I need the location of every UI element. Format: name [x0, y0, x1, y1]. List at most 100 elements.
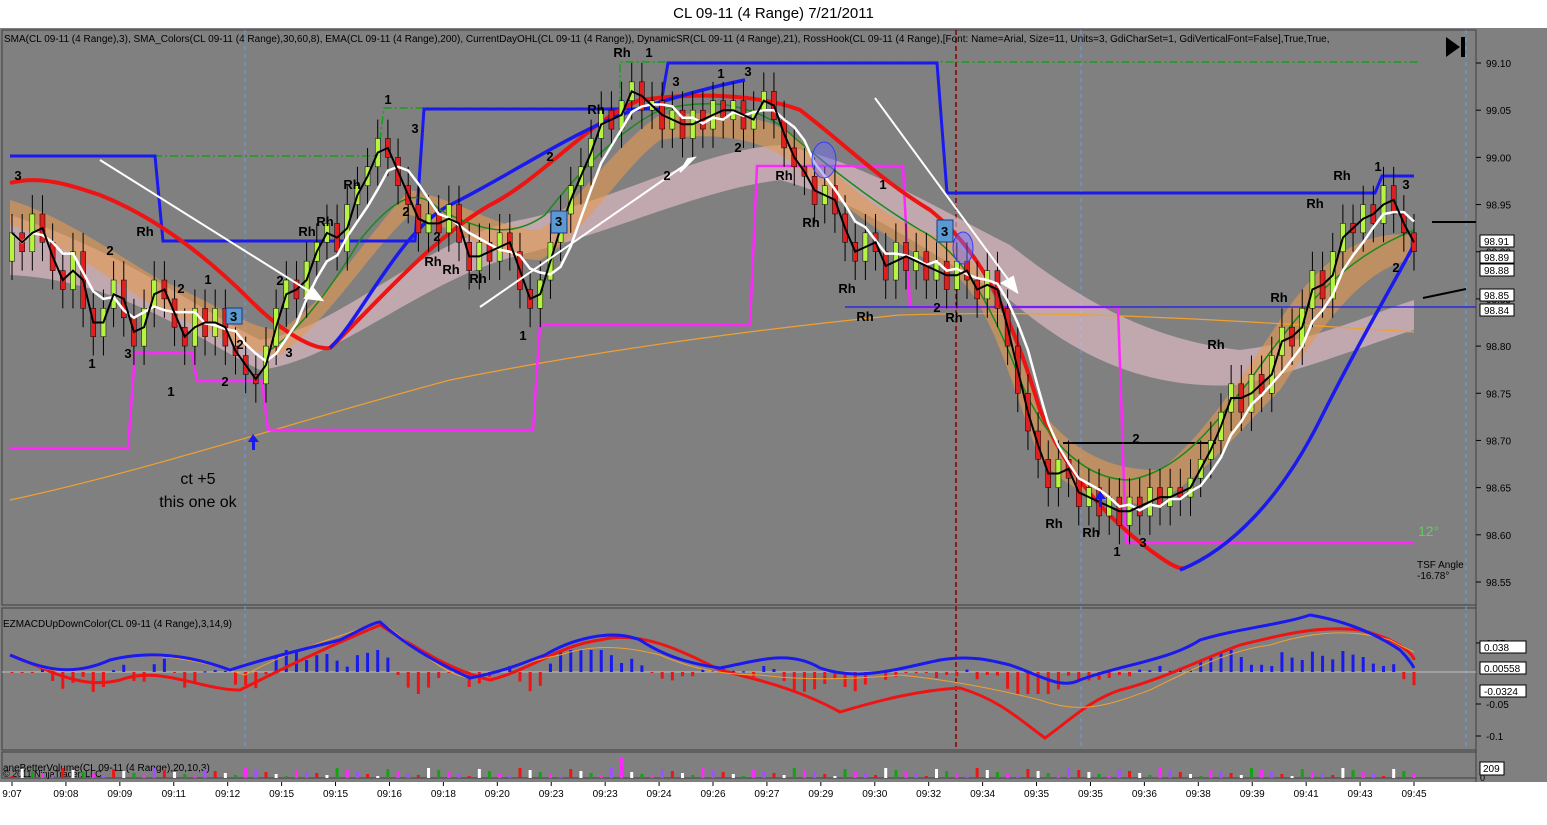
ross-hook-rh-label: Rh: [1045, 516, 1062, 531]
ross-hook-rh-label: Rh: [1207, 337, 1224, 352]
time-tick-label: 09:35: [1024, 789, 1049, 800]
highlight-ellipse: [811, 141, 837, 179]
volume-bar: [701, 768, 705, 778]
macd-down-bar: [264, 672, 268, 675]
ross-hook-rh-label: Rh: [587, 102, 604, 117]
macd-down-bar: [1016, 672, 1020, 694]
ross-hook-count-label: 2: [546, 149, 553, 164]
price-tick-label: 99.10: [1486, 59, 1511, 70]
volume-bar: [447, 772, 451, 778]
ross-hook-count-label: 1: [1113, 544, 1120, 559]
ross-hook-count-label: 2: [663, 168, 670, 183]
macd-down-bar: [427, 672, 431, 688]
tsf-line: [1422, 288, 1467, 299]
volume-bar: [213, 771, 217, 778]
svg-text:3: 3: [230, 309, 237, 324]
volume-bar: [274, 774, 278, 778]
ross-hook-count-label: 1: [384, 92, 391, 107]
volume-bar: [802, 770, 806, 778]
macd-up-bar: [609, 655, 613, 672]
macd-down-bar: [173, 672, 177, 673]
volume-bar: [518, 768, 522, 778]
time-tick-label: 09:11: [162, 789, 187, 800]
macd-down-bar: [30, 672, 34, 673]
macd-up-bar: [1382, 666, 1386, 672]
macd-down-bar: [234, 672, 238, 685]
macd-box-label: 0.038: [1484, 643, 1509, 654]
macd-down-bar: [101, 672, 105, 687]
macd-down-bar: [792, 672, 796, 692]
time-tick-label: 09:34: [970, 789, 995, 800]
volume-bar: [51, 775, 55, 778]
ross-hook-count-label: 2: [1392, 260, 1399, 275]
tsf-label: TSF Angle: [1417, 560, 1464, 571]
macd-signal-line: [9, 623, 1416, 740]
volume-bar: [823, 774, 827, 778]
macd-down-bar: [81, 672, 85, 677]
volume-bar: [660, 769, 664, 778]
time-tick-label: 09:23: [539, 789, 564, 800]
volume-bar: [569, 769, 573, 778]
time-tick-label: 09:30: [862, 789, 887, 800]
volume-bar: [1219, 771, 1223, 778]
macd-up-bar: [1290, 657, 1294, 672]
price-chart[interactable]: SMA(CL 09-11 (4 Range),3), SMA_Colors(CL…: [0, 0, 1547, 825]
svg-text:209: 209: [1483, 764, 1500, 775]
angle-label: 12°: [1418, 523, 1439, 539]
volume-bar: [1046, 773, 1050, 778]
macd-up-bar: [1239, 657, 1243, 672]
boxed-label: 3: [550, 210, 568, 234]
volume-bar: [1300, 769, 1304, 778]
time-tick-label: 09:12: [215, 789, 240, 800]
volume-bar: [437, 770, 441, 778]
macd-down-bar: [681, 672, 685, 677]
ross-hook-rh-label: Rh: [856, 309, 873, 324]
ross-hook-rh-label: Rh: [613, 45, 630, 60]
macd-down-bar: [924, 672, 928, 673]
volume-bar: [620, 758, 623, 778]
macd-down-bar: [538, 672, 542, 686]
ross-hook-count-label: 2: [734, 140, 741, 155]
ross-hook-count-label: 1: [88, 356, 95, 371]
volume-bar: [914, 774, 918, 778]
macd-up-bar: [1138, 669, 1142, 672]
ross-hook-count-label: 2: [106, 243, 113, 258]
volume-bar: [1310, 771, 1314, 778]
ross-hook-rh-label: Rh: [424, 254, 441, 269]
volume-bar: [589, 773, 593, 778]
macd-up-bar: [762, 666, 766, 672]
macd-up-bar: [1209, 657, 1213, 672]
ross-hook-count-label: 1: [645, 45, 652, 60]
ross-hook-rh-label: Rh: [1082, 525, 1099, 540]
price-axis: 99.1099.0599.0098.9598.9098.8598.8098.75…: [1476, 59, 1511, 589]
macd-up-bar: [376, 650, 380, 672]
macd-tick-label: -0.1: [1486, 732, 1504, 743]
highlight-ellipse: [952, 231, 974, 265]
macd-up-bar: [386, 657, 390, 672]
volume-bars: [10, 758, 1416, 778]
volume-bar: [528, 770, 532, 778]
volume-bar: [91, 774, 95, 778]
time-tick-label: 09:36: [1132, 789, 1157, 800]
price-tick-label: 99.05: [1486, 106, 1511, 117]
ross-hook-rh-label: Rh: [442, 262, 459, 277]
play-end-icon[interactable]: [1446, 37, 1465, 57]
macd-up-bar: [1310, 651, 1314, 672]
volume-bar: [1341, 768, 1345, 778]
boxed-label: 3: [225, 307, 243, 325]
time-tick-label: 09:09: [107, 789, 132, 800]
macd-down-bar: [1117, 672, 1121, 675]
volume-bar: [843, 769, 847, 778]
macd-down-bar: [528, 672, 532, 692]
time-tick-label: 09:15: [323, 789, 348, 800]
annotation-line2: this one ok: [159, 494, 237, 511]
macd-up-bar: [1148, 670, 1152, 672]
macd-up-bar: [1300, 660, 1304, 672]
volume-bar: [396, 771, 400, 778]
volume-bar: [477, 769, 481, 778]
volume-bar: [223, 773, 227, 778]
macd-down-bar: [1128, 672, 1132, 677]
volume-bar: [1331, 775, 1335, 778]
macd-up-bar: [152, 664, 156, 672]
volume-bar: [1067, 768, 1071, 778]
